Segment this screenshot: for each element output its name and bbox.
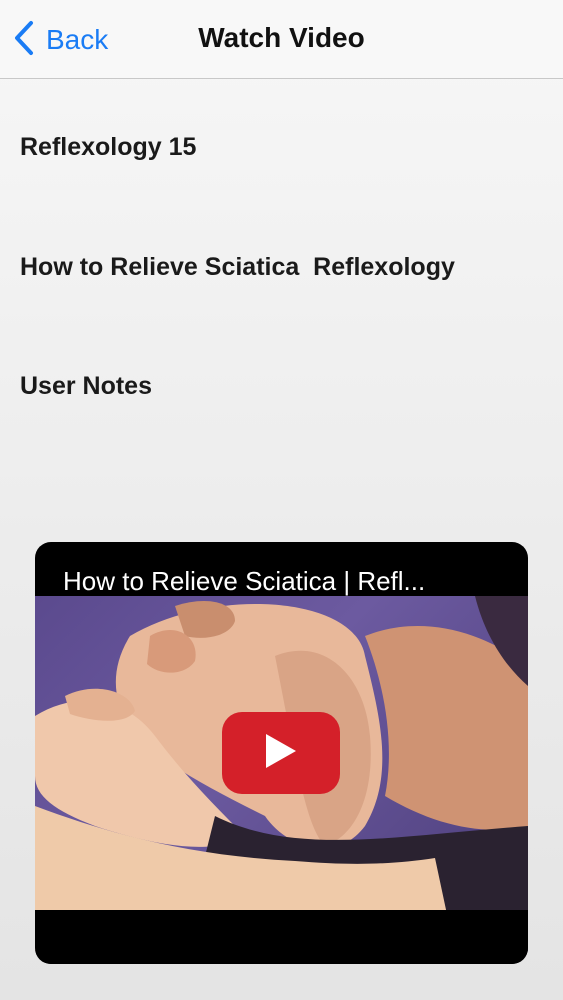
video-bottom-bar — [35, 910, 528, 964]
video-title: How to Relieve Sciatica | Refl... — [63, 566, 426, 596]
page-title: Watch Video — [198, 22, 365, 53]
navigation-bar: Back Watch Video — [0, 0, 563, 79]
video-category: Reflexology 15 — [20, 133, 197, 161]
user-notes-label[interactable]: User Notes — [20, 372, 152, 401]
play-icon — [264, 732, 298, 775]
video-name: How to Relieve Sciatica Reflexology — [20, 253, 455, 281]
play-button[interactable] — [222, 712, 340, 794]
video-player[interactable]: How to Relieve Sciatica | Refl... — [35, 542, 528, 964]
